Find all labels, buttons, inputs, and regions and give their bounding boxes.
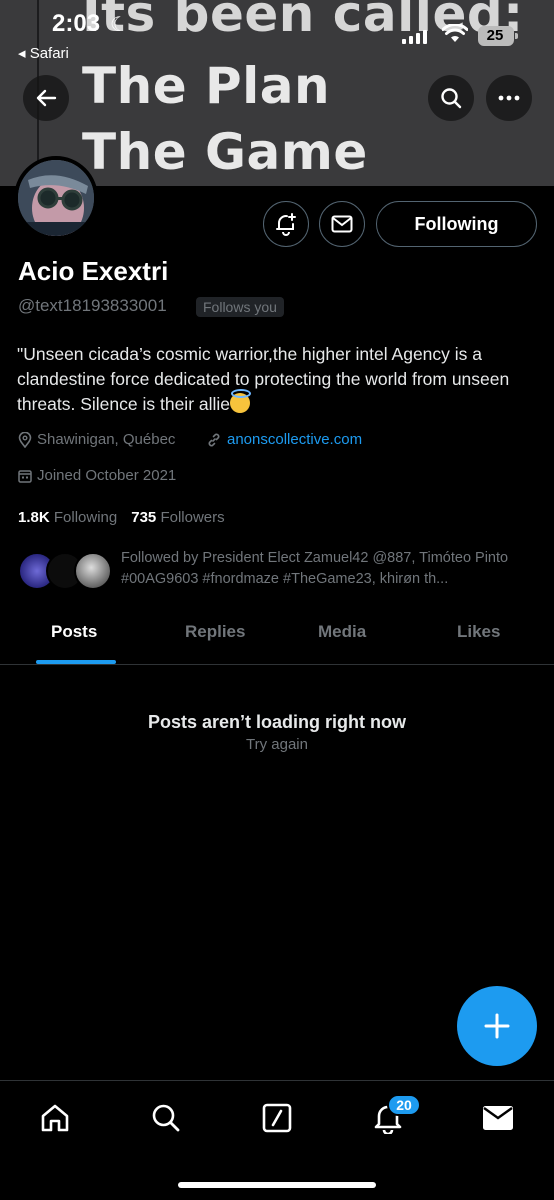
- website-link[interactable]: anonscollective.com: [227, 431, 362, 448]
- home-indicator[interactable]: [178, 1182, 376, 1188]
- profile-bio: "Unseen cicada’s cosmic warrior,the high…: [17, 342, 542, 417]
- message-button[interactable]: [319, 201, 365, 247]
- more-horizontal-icon: [498, 95, 520, 101]
- messages-icon: [483, 1106, 513, 1130]
- notify-button[interactable]: [263, 201, 309, 247]
- profile-tabs: Posts Replies Media Likes: [0, 612, 554, 665]
- back-button[interactable]: [23, 75, 69, 121]
- nav-search[interactable]: [149, 1101, 183, 1135]
- more-button[interactable]: [486, 75, 532, 121]
- battery-icon: 25: [478, 26, 518, 46]
- wifi-icon: [442, 24, 468, 42]
- followed-by-text[interactable]: Followed by President Elect Zamuel42 @88…: [121, 548, 541, 590]
- battery-level: 25: [486, 27, 504, 44]
- try-again-link[interactable]: Try again: [0, 736, 554, 753]
- followers-label: Followers: [160, 509, 225, 526]
- profile-name: Acio Exextri: [18, 256, 169, 286]
- following-count: 1.8K: [18, 509, 50, 526]
- empty-state-title: Posts aren’t loading right now: [147, 712, 406, 732]
- location-text: Shawinigan, Québec: [37, 431, 176, 448]
- nav-grok[interactable]: [260, 1101, 294, 1135]
- search-icon: [152, 1104, 180, 1132]
- following-label: Following: [53, 509, 118, 526]
- focus-moon-icon: ☾: [110, 14, 128, 36]
- location-pin-icon: [18, 431, 32, 448]
- followers-count: 735: [131, 509, 157, 526]
- banner-text-line3: The Game: [82, 123, 368, 181]
- profile-website[interactable]: anonscollective.com: [206, 431, 362, 448]
- profile-location: Shawinigan, Québec: [18, 431, 175, 448]
- compose-post-button[interactable]: [457, 986, 537, 1066]
- profile-joined: Joined October 2021: [18, 467, 176, 484]
- following-count-link[interactable]: 1.8K Following: [18, 509, 117, 526]
- search-button[interactable]: [428, 75, 474, 121]
- envelope-icon: [331, 215, 353, 233]
- nav-messages[interactable]: [481, 1101, 515, 1135]
- arrow-left-icon: [36, 89, 57, 107]
- follow-counts: 1.8K Following 735 Followers: [18, 509, 225, 526]
- followed-by-avatars[interactable]: [18, 552, 112, 592]
- tab-likes[interactable]: Likes: [457, 622, 500, 642]
- plus-icon: [484, 1013, 510, 1039]
- link-icon: [208, 433, 220, 446]
- avatar-image: [18, 160, 94, 236]
- followers-count-link[interactable]: 735 Followers: [131, 509, 224, 526]
- search-icon: [441, 88, 462, 109]
- tab-replies[interactable]: Replies: [185, 622, 245, 642]
- notification-count-badge: 20: [387, 1094, 421, 1116]
- banner-text-line2: The Plan: [82, 57, 331, 115]
- cellular-signal-icon: [402, 30, 427, 44]
- follower-avatar: [74, 552, 112, 590]
- follows-you-badge: Follows you: [196, 297, 284, 317]
- status-bar: 2:03 ☾ ◂ Safari 25: [0, 0, 554, 62]
- calendar-icon: [18, 469, 32, 483]
- following-button[interactable]: Following: [376, 201, 537, 247]
- smiling-face-with-halo-icon: [230, 389, 252, 413]
- grok-icon: [262, 1103, 292, 1133]
- home-icon: [41, 1104, 69, 1132]
- tab-posts[interactable]: Posts: [51, 622, 97, 642]
- profile-avatar[interactable]: [14, 156, 98, 240]
- back-to-safari-link[interactable]: ◂ Safari: [18, 44, 69, 62]
- bell-plus-icon: [276, 213, 296, 236]
- profile-handle: @text18193833001: [18, 296, 167, 315]
- bio-text: "Unseen cicada’s cosmic warrior,the high…: [17, 344, 510, 414]
- active-tab-indicator: [36, 660, 116, 664]
- joined-text: Joined October 2021: [37, 467, 177, 484]
- tab-media[interactable]: Media: [318, 622, 366, 642]
- nav-home[interactable]: [38, 1101, 72, 1135]
- status-time: 2:03: [52, 10, 101, 37]
